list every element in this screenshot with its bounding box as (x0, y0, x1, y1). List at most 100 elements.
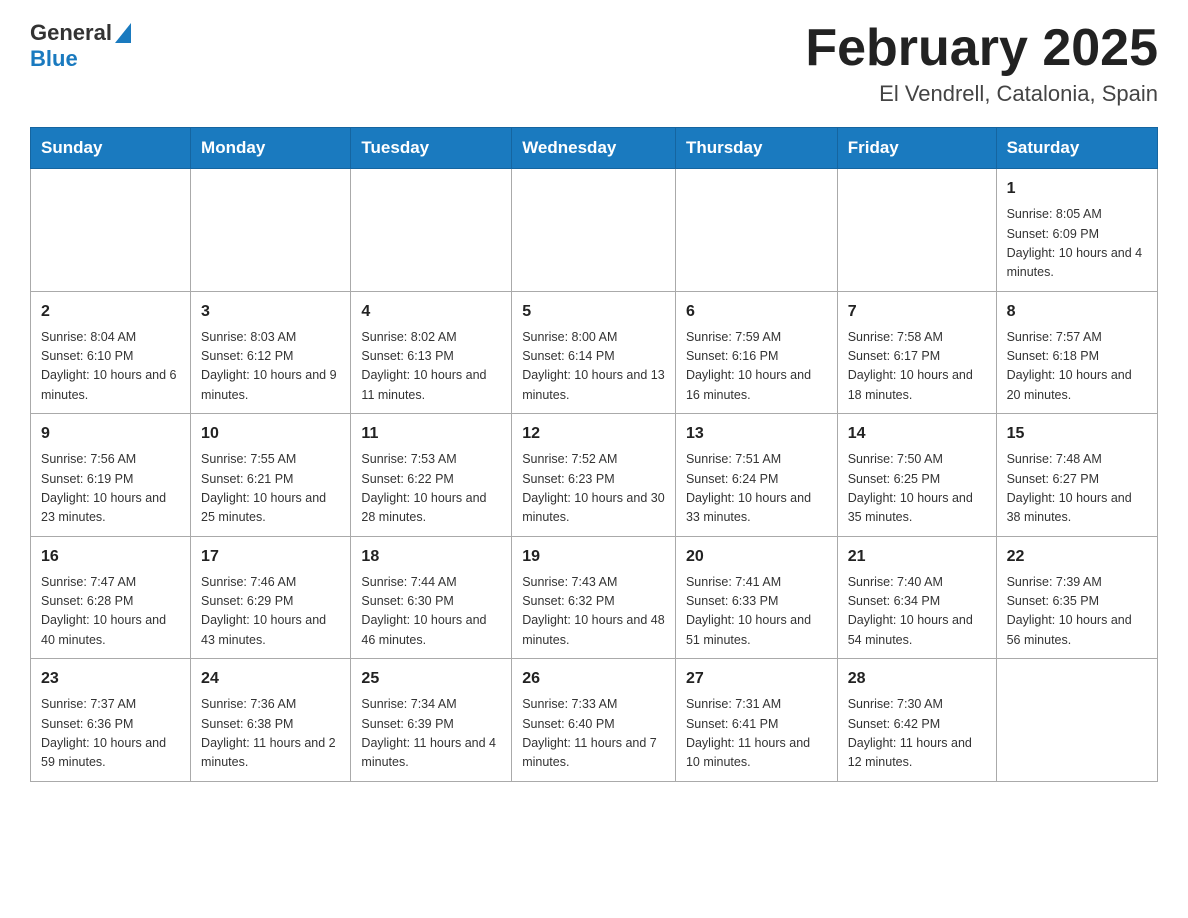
logo-blue-text: Blue (30, 46, 78, 72)
calendar-cell: 6 Sunrise: 7:59 AM Sunset: 6:16 PM Daylig… (675, 291, 837, 414)
month-title: February 2025 (805, 20, 1158, 77)
calendar-cell (837, 169, 996, 292)
day-number: 25 (361, 667, 501, 691)
calendar-cell: 1 Sunrise: 8:05 AM Sunset: 6:09 PM Daylig… (996, 169, 1157, 292)
day-number: 24 (201, 667, 340, 691)
day-number: 4 (361, 300, 501, 324)
day-info: Sunrise: 7:52 AM Sunset: 6:23 PM Dayligh… (522, 450, 665, 528)
calendar-cell: 21 Sunrise: 7:40 AM Sunset: 6:34 PM Dayli… (837, 536, 996, 659)
day-info: Sunrise: 7:56 AM Sunset: 6:19 PM Dayligh… (41, 450, 180, 528)
weekday-header: Wednesday (512, 128, 676, 169)
calendar-cell: 12 Sunrise: 7:52 AM Sunset: 6:23 PM Dayli… (512, 414, 676, 537)
day-info: Sunrise: 7:46 AM Sunset: 6:29 PM Dayligh… (201, 573, 340, 651)
day-number: 27 (686, 667, 827, 691)
title-section: February 2025 El Vendrell, Catalonia, Sp… (805, 20, 1158, 107)
logo: General Blue (30, 20, 131, 72)
day-number: 28 (848, 667, 986, 691)
day-number: 26 (522, 667, 665, 691)
day-info: Sunrise: 8:04 AM Sunset: 6:10 PM Dayligh… (41, 328, 180, 406)
day-number: 9 (41, 422, 180, 446)
day-number: 21 (848, 545, 986, 569)
day-info: Sunrise: 7:36 AM Sunset: 6:38 PM Dayligh… (201, 695, 340, 773)
day-number: 6 (686, 300, 827, 324)
day-number: 11 (361, 422, 501, 446)
day-info: Sunrise: 7:33 AM Sunset: 6:40 PM Dayligh… (522, 695, 665, 773)
day-info: Sunrise: 7:31 AM Sunset: 6:41 PM Dayligh… (686, 695, 827, 773)
calendar-cell: 16 Sunrise: 7:47 AM Sunset: 6:28 PM Dayli… (31, 536, 191, 659)
day-info: Sunrise: 8:02 AM Sunset: 6:13 PM Dayligh… (361, 328, 501, 406)
calendar-cell (996, 659, 1157, 782)
day-number: 3 (201, 300, 340, 324)
calendar-cell: 10Sunrise: 7:55 AM Sunset: 6:21 PM Dayli… (191, 414, 351, 537)
calendar-cell (191, 169, 351, 292)
calendar-cell: 4 Sunrise: 8:02 AM Sunset: 6:13 PM Daylig… (351, 291, 512, 414)
day-info: Sunrise: 7:51 AM Sunset: 6:24 PM Dayligh… (686, 450, 827, 528)
day-info: Sunrise: 7:47 AM Sunset: 6:28 PM Dayligh… (41, 573, 180, 651)
day-number: 18 (361, 545, 501, 569)
calendar-cell: 11 Sunrise: 7:53 AM Sunset: 6:22 PM Dayli… (351, 414, 512, 537)
calendar-cell: 28 Sunrise: 7:30 AM Sunset: 6:42 PM Dayli… (837, 659, 996, 782)
calendar-table: SundayMondayTuesdayWednesdayThursdayFrid… (30, 127, 1158, 782)
calendar-week-row: 1 Sunrise: 8:05 AM Sunset: 6:09 PM Daylig… (31, 169, 1158, 292)
day-number: 1 (1007, 177, 1147, 201)
day-info: Sunrise: 7:40 AM Sunset: 6:34 PM Dayligh… (848, 573, 986, 651)
day-number: 16 (41, 545, 180, 569)
weekday-header: Saturday (996, 128, 1157, 169)
day-info: Sunrise: 8:05 AM Sunset: 6:09 PM Dayligh… (1007, 205, 1147, 283)
day-number: 8 (1007, 300, 1147, 324)
calendar-cell: 20 Sunrise: 7:41 AM Sunset: 6:33 PM Dayli… (675, 536, 837, 659)
day-number: 13 (686, 422, 827, 446)
weekday-header: Sunday (31, 128, 191, 169)
logo-triangle-icon (115, 23, 131, 43)
day-info: Sunrise: 8:00 AM Sunset: 6:14 PM Dayligh… (522, 328, 665, 406)
calendar-cell (31, 169, 191, 292)
day-info: Sunrise: 7:43 AM Sunset: 6:32 PM Dayligh… (522, 573, 665, 651)
day-info: Sunrise: 7:34 AM Sunset: 6:39 PM Dayligh… (361, 695, 501, 773)
day-number: 22 (1007, 545, 1147, 569)
calendar-cell: 9 Sunrise: 7:56 AM Sunset: 6:19 PM Daylig… (31, 414, 191, 537)
day-info: Sunrise: 7:30 AM Sunset: 6:42 PM Dayligh… (848, 695, 986, 773)
calendar-cell (351, 169, 512, 292)
calendar-week-row: 16 Sunrise: 7:47 AM Sunset: 6:28 PM Dayli… (31, 536, 1158, 659)
calendar-cell: 3 Sunrise: 8:03 AM Sunset: 6:12 PM Daylig… (191, 291, 351, 414)
day-number: 20 (686, 545, 827, 569)
calendar-cell: 22 Sunrise: 7:39 AM Sunset: 6:35 PM Dayli… (996, 536, 1157, 659)
calendar-cell: 18 Sunrise: 7:44 AM Sunset: 6:30 PM Dayli… (351, 536, 512, 659)
calendar-cell: 2 Sunrise: 8:04 AM Sunset: 6:10 PM Daylig… (31, 291, 191, 414)
day-number: 2 (41, 300, 180, 324)
calendar-week-row: 23Sunrise: 7:37 AM Sunset: 6:36 PM Dayli… (31, 659, 1158, 782)
day-info: Sunrise: 8:03 AM Sunset: 6:12 PM Dayligh… (201, 328, 340, 406)
day-number: 5 (522, 300, 665, 324)
day-info: Sunrise: 7:50 AM Sunset: 6:25 PM Dayligh… (848, 450, 986, 528)
weekday-header: Monday (191, 128, 351, 169)
day-number: 10 (201, 422, 340, 446)
calendar-cell: 23Sunrise: 7:37 AM Sunset: 6:36 PM Dayli… (31, 659, 191, 782)
calendar-cell: 24 Sunrise: 7:36 AM Sunset: 6:38 PM Dayli… (191, 659, 351, 782)
day-info: Sunrise: 7:44 AM Sunset: 6:30 PM Dayligh… (361, 573, 501, 651)
day-number: 23 (41, 667, 180, 691)
calendar-cell: 19 Sunrise: 7:43 AM Sunset: 6:32 PM Dayli… (512, 536, 676, 659)
day-info: Sunrise: 7:39 AM Sunset: 6:35 PM Dayligh… (1007, 573, 1147, 651)
calendar-cell (675, 169, 837, 292)
calendar-cell: 5 Sunrise: 8:00 AM Sunset: 6:14 PM Daylig… (512, 291, 676, 414)
calendar-cell (512, 169, 676, 292)
day-number: 15 (1007, 422, 1147, 446)
day-info: Sunrise: 7:48 AM Sunset: 6:27 PM Dayligh… (1007, 450, 1147, 528)
day-info: Sunrise: 7:58 AM Sunset: 6:17 PM Dayligh… (848, 328, 986, 406)
day-info: Sunrise: 7:53 AM Sunset: 6:22 PM Dayligh… (361, 450, 501, 528)
calendar-cell: 14 Sunrise: 7:50 AM Sunset: 6:25 PM Dayli… (837, 414, 996, 537)
day-info: Sunrise: 7:57 AM Sunset: 6:18 PM Dayligh… (1007, 328, 1147, 406)
day-number: 14 (848, 422, 986, 446)
day-number: 19 (522, 545, 665, 569)
weekday-header: Friday (837, 128, 996, 169)
day-info: Sunrise: 7:59 AM Sunset: 6:16 PM Dayligh… (686, 328, 827, 406)
day-info: Sunrise: 7:41 AM Sunset: 6:33 PM Dayligh… (686, 573, 827, 651)
calendar-cell: 13 Sunrise: 7:51 AM Sunset: 6:24 PM Dayli… (675, 414, 837, 537)
day-number: 17 (201, 545, 340, 569)
page-header: General Blue February 2025 El Vendrell, … (30, 20, 1158, 107)
calendar-cell: 17 Sunrise: 7:46 AM Sunset: 6:29 PM Dayli… (191, 536, 351, 659)
calendar-cell: 8 Sunrise: 7:57 AM Sunset: 6:18 PM Daylig… (996, 291, 1157, 414)
calendar-cell: 27 Sunrise: 7:31 AM Sunset: 6:41 PM Dayli… (675, 659, 837, 782)
calendar-cell: 26 Sunrise: 7:33 AM Sunset: 6:40 PM Dayli… (512, 659, 676, 782)
day-number: 12 (522, 422, 665, 446)
